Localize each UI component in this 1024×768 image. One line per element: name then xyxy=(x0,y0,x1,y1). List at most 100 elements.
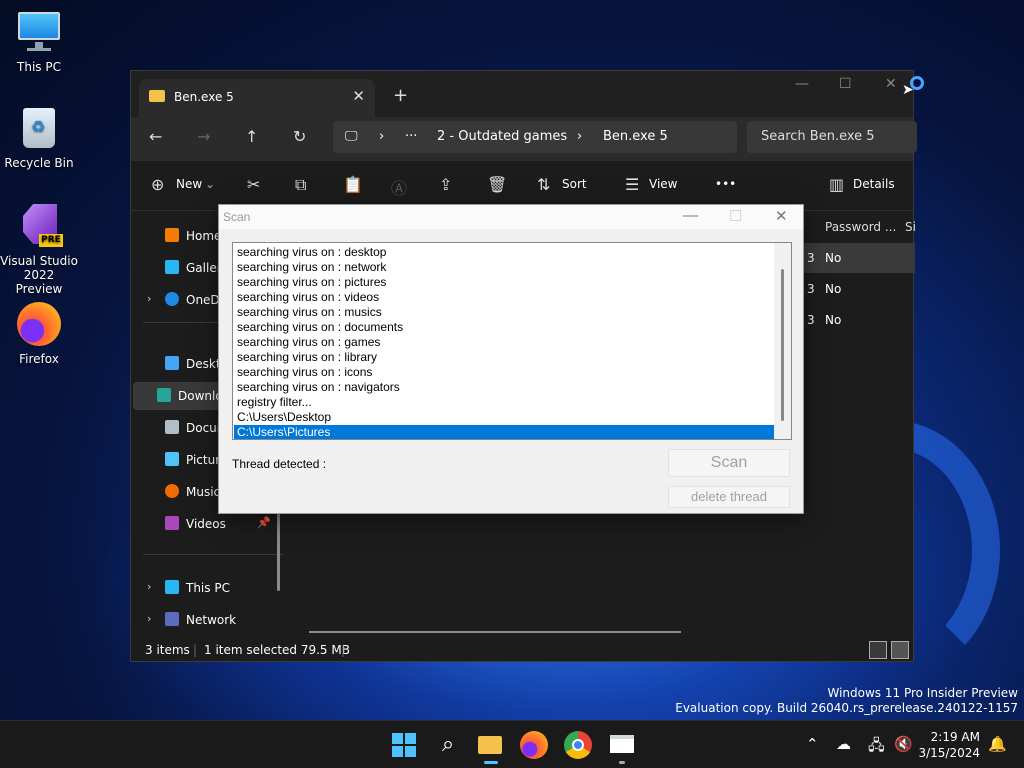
list-item[interactable]: searching virus on : network xyxy=(234,260,774,275)
chevron-down-icon: ⌄ xyxy=(205,177,216,191)
view-button[interactable]: View xyxy=(649,177,677,191)
firefox-taskbar-icon[interactable] xyxy=(520,731,548,759)
desktop-icon-label: Visual Studio 2022 Preview xyxy=(0,254,78,296)
desktop-icon-label: Firefox xyxy=(19,352,59,366)
minimize-button[interactable]: — xyxy=(795,76,809,92)
download-icon xyxy=(157,388,171,402)
details-button[interactable]: Details xyxy=(853,177,895,191)
desktop-icon-this-pc[interactable]: This PC xyxy=(0,10,78,74)
tab-ben-exe[interactable]: Ben.exe 5 ✕ xyxy=(139,79,375,117)
tab-bar: Ben.exe 5 ✕ + — ☐ ✕ xyxy=(131,71,913,117)
new-button[interactable]: New xyxy=(176,177,202,191)
list-item[interactable]: searching virus on : desktop xyxy=(234,245,774,260)
horizontal-scrollbar[interactable] xyxy=(309,631,681,633)
search-box[interactable]: Search Ben.exe 5 xyxy=(747,121,917,153)
list-item[interactable]: C:\Users\Desktop xyxy=(234,410,774,425)
start-button[interactable] xyxy=(390,731,418,759)
pre-badge: PRE xyxy=(39,234,63,247)
scan-title-bar: Scan — ☐ ✕ xyxy=(219,205,803,229)
plus-circle-icon: ⊕ xyxy=(151,175,165,194)
firefox-icon xyxy=(17,302,61,346)
new-tab-button[interactable]: + xyxy=(393,85,408,106)
tab-close-icon[interactable]: ✕ xyxy=(352,87,365,105)
list-item[interactable]: searching virus on : library xyxy=(234,350,774,365)
back-arrow-icon[interactable]: ← xyxy=(149,127,162,146)
watermark-line2: Evaluation copy. Build 26040.rs_prerelea… xyxy=(675,701,1018,715)
list-item[interactable]: searching virus on : icons xyxy=(234,365,774,380)
breadcrumb-ellipsis[interactable]: ··· xyxy=(405,129,417,144)
up-arrow-icon[interactable]: ↑ xyxy=(245,127,258,146)
sidebar-divider xyxy=(143,554,283,555)
delete-thread-button[interactable]: delete thread xyxy=(668,486,790,508)
list-item[interactable]: registry filter... xyxy=(234,395,774,410)
list-item[interactable]: searching virus on : musics xyxy=(234,305,774,320)
clock-time: 2:19 AM xyxy=(930,730,980,744)
tiles-view-button[interactable] xyxy=(891,641,909,659)
breadcrumb-ben-exe[interactable]: Ben.exe 5 xyxy=(603,129,668,144)
scan-maximize-button[interactable]: ☐ xyxy=(729,207,742,225)
breadcrumb-separator: › xyxy=(379,129,385,144)
scrollbar-thumb[interactable] xyxy=(781,269,784,421)
file-explorer-taskbar-icon[interactable] xyxy=(476,731,504,764)
refresh-icon[interactable]: ↻ xyxy=(293,127,306,146)
list-item[interactable]: searching virus on : pictures xyxy=(234,275,774,290)
sidebar-item-network[interactable]: › Network xyxy=(141,606,281,634)
desktop-icon-recycle-bin[interactable]: ♻ Recycle Bin xyxy=(0,106,78,170)
volume-muted-icon[interactable]: 🔇 xyxy=(894,735,913,753)
list-item[interactable]: searching virus on : documents xyxy=(234,320,774,335)
details-view-button[interactable] xyxy=(869,641,887,659)
scan-minimize-button[interactable]: — xyxy=(683,207,698,224)
chevron-up-icon[interactable]: ⌃ xyxy=(806,735,819,753)
list-item-selected[interactable]: C:\Users\Pictures xyxy=(234,425,774,439)
scan-log-listbox[interactable]: searching virus on : desktop searching v… xyxy=(232,242,792,440)
desktop-icon-visual-studio[interactable]: PRE Visual Studio 2022 Preview xyxy=(0,204,78,296)
desktop-icon-firefox[interactable]: Firefox xyxy=(0,302,78,366)
list-item[interactable]: searching virus on : games xyxy=(234,335,774,350)
status-divider: | xyxy=(341,643,346,657)
sort-icon: ⇅ xyxy=(537,175,551,194)
home-icon xyxy=(165,228,179,242)
search-icon[interactable]: ⌕ xyxy=(434,731,462,759)
view-icon: ☰ xyxy=(625,175,640,194)
listbox-scrollbar[interactable] xyxy=(774,243,791,439)
list-item[interactable]: searching virus on : navigators xyxy=(234,380,774,395)
music-icon xyxy=(165,484,179,498)
chevron-right-icon[interactable]: › xyxy=(147,612,151,625)
onedrive-icon[interactable]: ☁ xyxy=(836,735,851,753)
sidebar-item-videos[interactable]: Videos 📌 xyxy=(141,510,281,538)
breadcrumb-separator: › xyxy=(577,129,583,144)
document-icon xyxy=(165,420,179,434)
breadcrumb-outdated-games[interactable]: 2 - Outdated games xyxy=(437,129,567,144)
sort-button[interactable]: Sort xyxy=(562,177,587,191)
computer-icon: 🖵 xyxy=(345,129,358,144)
list-item[interactable]: searching virus on : videos xyxy=(234,290,774,305)
details-pane-icon: ▥ xyxy=(829,175,845,194)
scan-close-button[interactable]: ✕ xyxy=(775,207,788,225)
chevron-right-icon[interactable]: › xyxy=(147,580,151,593)
chrome-taskbar-icon[interactable] xyxy=(564,731,592,759)
network-tray-icon[interactable]: 🖧 xyxy=(868,735,885,760)
scan-button[interactable]: Scan xyxy=(668,449,790,477)
address-bar[interactable]: 🖵 › ··· 2 - Outdated games › Ben.exe 5 xyxy=(333,121,737,153)
navigation-bar: ← → ↑ ↻ 🖵 › ··· 2 - Outdated games › Ben… xyxy=(131,117,917,161)
column-header-password[interactable]: Password ... xyxy=(825,220,896,234)
paste-icon[interactable]: 📋 xyxy=(343,175,363,194)
maximize-button[interactable]: ☐ xyxy=(839,76,852,92)
copy-icon[interactable]: ⧉ xyxy=(295,175,306,195)
mouse-pointer-icon: ➤ xyxy=(902,82,914,98)
more-options-button[interactable]: ••• xyxy=(715,177,736,191)
forward-arrow-icon[interactable]: → xyxy=(197,127,210,146)
rename-icon[interactable]: Ⓐ xyxy=(391,175,407,199)
share-icon[interactable]: ⇪ xyxy=(439,175,452,194)
cut-icon[interactable]: ✂ xyxy=(247,175,260,194)
sidebar-item-this-pc[interactable]: › This PC xyxy=(141,574,281,602)
close-button[interactable]: ✕ xyxy=(885,76,897,92)
system-clock[interactable]: 2:19 AM 3/15/2024 xyxy=(918,729,980,761)
watermark-line1: Windows 11 Pro Insider Preview xyxy=(827,686,1018,700)
chevron-right-icon[interactable]: › xyxy=(147,292,151,305)
tab-title: Ben.exe 5 xyxy=(174,90,234,104)
notification-bell-icon[interactable]: 🔔 xyxy=(988,735,1007,753)
delete-icon[interactable]: 🗑 xyxy=(487,175,507,194)
app-window-taskbar-icon[interactable] xyxy=(608,731,636,764)
column-header-size[interactable]: Si xyxy=(905,220,916,234)
